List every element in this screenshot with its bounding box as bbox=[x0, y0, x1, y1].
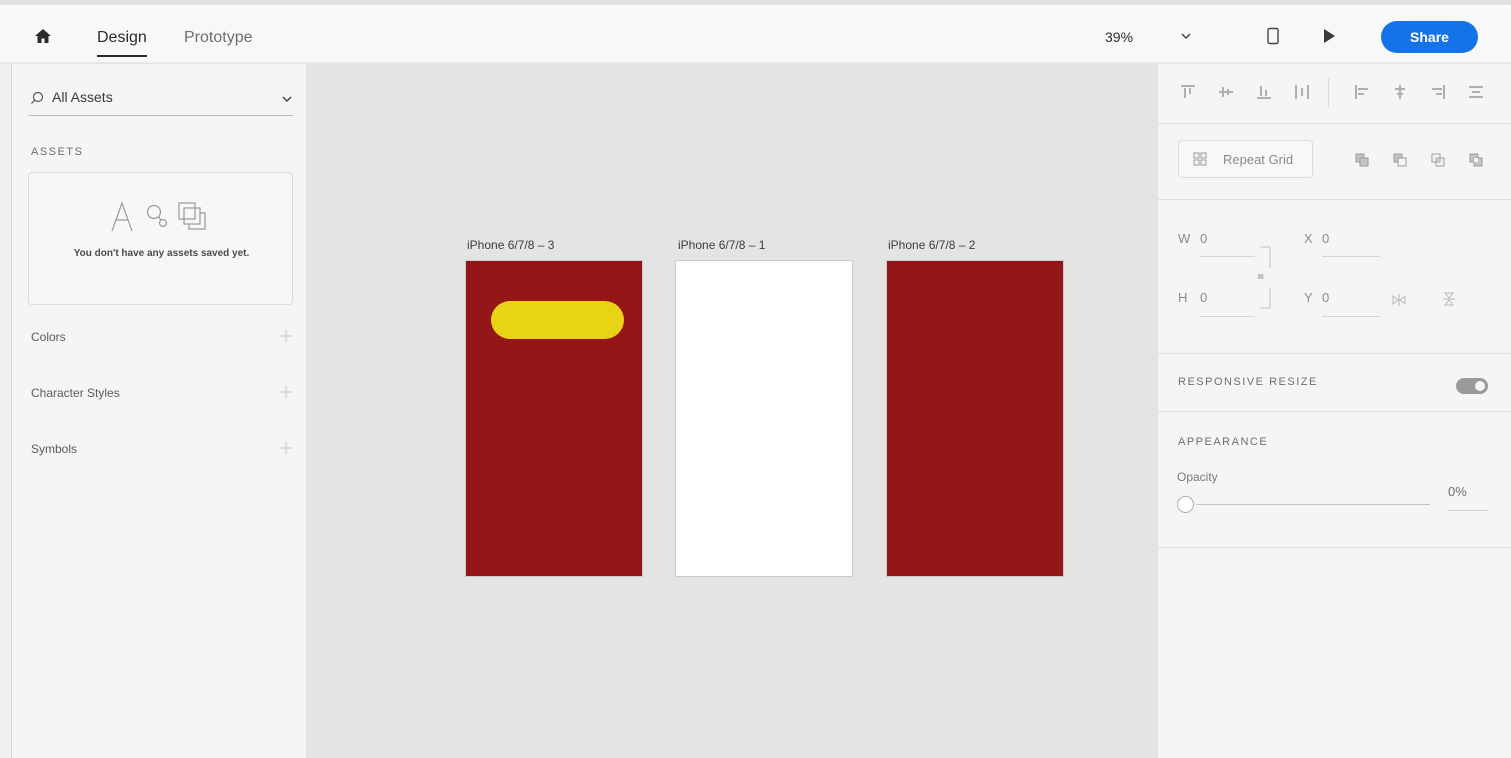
align-bottom-icon[interactable] bbox=[1256, 84, 1272, 100]
height-value[interactable]: 0 bbox=[1200, 290, 1207, 305]
transform-section: W 0 X 0 H 0 Y 0 bbox=[1158, 200, 1511, 354]
appearance-label: APPEARANCE bbox=[1178, 436, 1269, 448]
assets-empty-state: You don't have any assets saved yet. bbox=[28, 172, 293, 305]
align-left-icon[interactable] bbox=[1354, 84, 1370, 100]
repeat-grid-section: Repeat Grid bbox=[1158, 124, 1511, 200]
x-field-line bbox=[1322, 256, 1380, 257]
repeat-grid-label: Repeat Grid bbox=[1223, 152, 1294, 167]
character-styles-section-label: Character Styles bbox=[31, 386, 120, 400]
artboard[interactable] bbox=[886, 260, 1064, 577]
assets-types-icon bbox=[111, 201, 206, 232]
artboard-label[interactable]: iPhone 6/7/8 – 3 bbox=[467, 238, 554, 252]
search-icon bbox=[31, 91, 44, 104]
opacity-label: Opacity bbox=[1177, 470, 1218, 484]
add-color-icon[interactable] bbox=[280, 330, 292, 342]
height-field-line bbox=[1200, 316, 1255, 317]
opacity-value[interactable]: 0% bbox=[1448, 484, 1467, 499]
artboard-label[interactable]: iPhone 6/7/8 – 1 bbox=[678, 238, 765, 252]
share-button[interactable]: Share bbox=[1381, 21, 1478, 53]
x-value[interactable]: 0 bbox=[1322, 231, 1329, 246]
property-inspector: Repeat Grid W 0 X 0 H 0 Y 0 RESPONSIVE R… bbox=[1157, 64, 1511, 758]
align-toolbar bbox=[1158, 64, 1511, 124]
artboard[interactable] bbox=[465, 260, 643, 577]
add-symbol-icon[interactable] bbox=[280, 442, 292, 454]
assets-panel: All Assets ASSETS You don't have any ass… bbox=[12, 64, 307, 758]
align-right-icon[interactable] bbox=[1430, 84, 1446, 100]
width-label: W bbox=[1178, 231, 1191, 246]
subtract-icon[interactable] bbox=[1392, 152, 1408, 168]
assets-filter[interactable]: All Assets bbox=[28, 86, 293, 116]
chevron-down-icon[interactable] bbox=[1180, 31, 1192, 41]
distribute-vertical-icon[interactable] bbox=[1294, 84, 1310, 100]
chevron-down-icon[interactable] bbox=[281, 94, 293, 104]
flip-horizontal-icon[interactable] bbox=[1392, 294, 1406, 306]
zoom-level[interactable]: 39% bbox=[1105, 29, 1133, 45]
width-field-line bbox=[1200, 256, 1255, 257]
tab-design[interactable]: Design bbox=[97, 29, 147, 57]
symbols-section-label: Symbols bbox=[31, 442, 78, 456]
distribute-horizontal-icon[interactable] bbox=[1468, 84, 1484, 100]
opacity-field-line bbox=[1448, 510, 1488, 511]
home-icon[interactable] bbox=[34, 27, 52, 45]
align-middle-icon[interactable] bbox=[1218, 84, 1234, 100]
flip-vertical-icon[interactable] bbox=[1443, 292, 1455, 306]
responsive-resize-label: RESPONSIVE RESIZE bbox=[1178, 376, 1318, 388]
assets-heading: ASSETS bbox=[31, 146, 84, 158]
device-preview-icon[interactable] bbox=[1266, 27, 1280, 45]
y-label: Y bbox=[1304, 290, 1313, 305]
opacity-slider-handle[interactable] bbox=[1177, 496, 1194, 513]
assets-empty-message: You don't have any assets saved yet. bbox=[73, 248, 250, 259]
repeat-grid-button[interactable]: Repeat Grid bbox=[1178, 140, 1313, 178]
grid-icon bbox=[1193, 152, 1207, 166]
top-toolbar: Design Prototype 39% Share bbox=[0, 5, 1511, 63]
union-icon[interactable] bbox=[1354, 152, 1370, 168]
intersect-icon[interactable] bbox=[1430, 152, 1446, 168]
design-canvas[interactable]: iPhone 6/7/8 – 3 iPhone 6/7/8 – 1 iPhone… bbox=[308, 64, 1156, 758]
assets-filter-label: All Assets bbox=[52, 89, 113, 105]
height-label: H bbox=[1178, 290, 1188, 305]
lock-aspect-icon[interactable] bbox=[1258, 246, 1272, 310]
responsive-resize-section: RESPONSIVE RESIZE bbox=[1158, 354, 1511, 412]
x-label: X bbox=[1304, 231, 1313, 246]
play-icon[interactable] bbox=[1322, 28, 1336, 44]
y-value[interactable]: 0 bbox=[1322, 290, 1329, 305]
width-value[interactable]: 0 bbox=[1200, 231, 1207, 246]
align-top-icon[interactable] bbox=[1180, 84, 1196, 100]
colors-section-label: Colors bbox=[31, 330, 66, 344]
y-field-line bbox=[1322, 316, 1380, 317]
left-rail bbox=[0, 64, 12, 758]
align-center-icon[interactable] bbox=[1392, 84, 1408, 100]
artboard-label[interactable]: iPhone 6/7/8 – 2 bbox=[888, 238, 975, 252]
artboard[interactable] bbox=[675, 260, 853, 577]
yellow-pill-shape[interactable] bbox=[491, 301, 624, 339]
toolbar-divider bbox=[1328, 78, 1329, 108]
exclude-overlap-icon[interactable] bbox=[1468, 152, 1484, 168]
tab-prototype[interactable]: Prototype bbox=[184, 29, 252, 47]
add-character-style-icon[interactable] bbox=[280, 386, 292, 398]
responsive-resize-toggle[interactable] bbox=[1456, 378, 1488, 394]
opacity-slider-track[interactable] bbox=[1196, 504, 1430, 505]
